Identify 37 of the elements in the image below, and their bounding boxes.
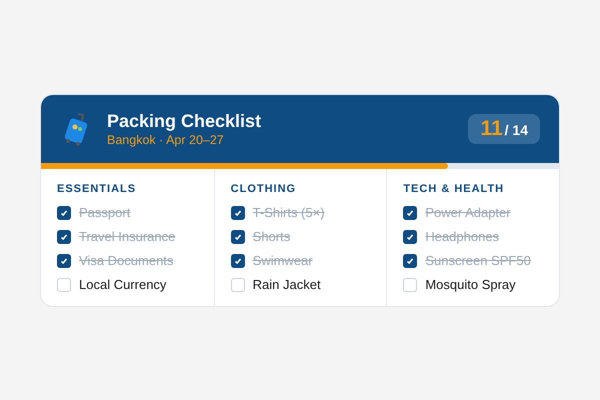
checkbox[interactable] (57, 254, 71, 268)
check-icon (234, 256, 242, 264)
check-icon (60, 208, 68, 216)
total-count: / 14 (504, 122, 528, 138)
checkbox[interactable] (230, 254, 245, 268)
item-label: Rain Jacket (252, 277, 321, 292)
packed-count: 11 (480, 116, 503, 140)
checkbox[interactable] (57, 230, 71, 244)
item-label: Sunscreen SPF50 (425, 253, 531, 268)
checkbox[interactable] (57, 206, 71, 220)
check-icon (406, 256, 414, 264)
checkbox[interactable] (230, 230, 245, 244)
item-label: Swimwear (252, 253, 313, 268)
checkbox[interactable] (230, 206, 245, 220)
item-label: Passport (79, 205, 130, 220)
trip-subtitle: Bangkok · Apr 20–27 (107, 132, 225, 148)
checklist-title: Packing Checklist (107, 110, 262, 132)
category-title: ESSENTIALS (57, 182, 138, 194)
check-icon (60, 232, 68, 240)
item-label: Visa Documents (79, 253, 174, 268)
item-label: Shorts (252, 229, 290, 244)
checkbox[interactable] (403, 230, 418, 244)
item-label: Travel Insurance (79, 229, 176, 244)
item-label: Headphones (425, 229, 500, 244)
check-icon (406, 232, 414, 240)
item-label: Power Adapter (425, 205, 511, 220)
category-title: CLOTHING (230, 182, 298, 194)
check-icon (234, 232, 242, 240)
checkbox[interactable] (403, 254, 418, 268)
category-title: TECH & HEALTH (403, 182, 506, 194)
item-label: T-Shirts (5×) (252, 205, 325, 220)
item-label: Mosquito Spray (425, 277, 516, 292)
check-icon (234, 208, 242, 216)
checkbox[interactable] (403, 206, 418, 220)
item-label: Local Currency (79, 277, 166, 292)
check-icon (60, 256, 68, 264)
check-icon (406, 208, 414, 216)
